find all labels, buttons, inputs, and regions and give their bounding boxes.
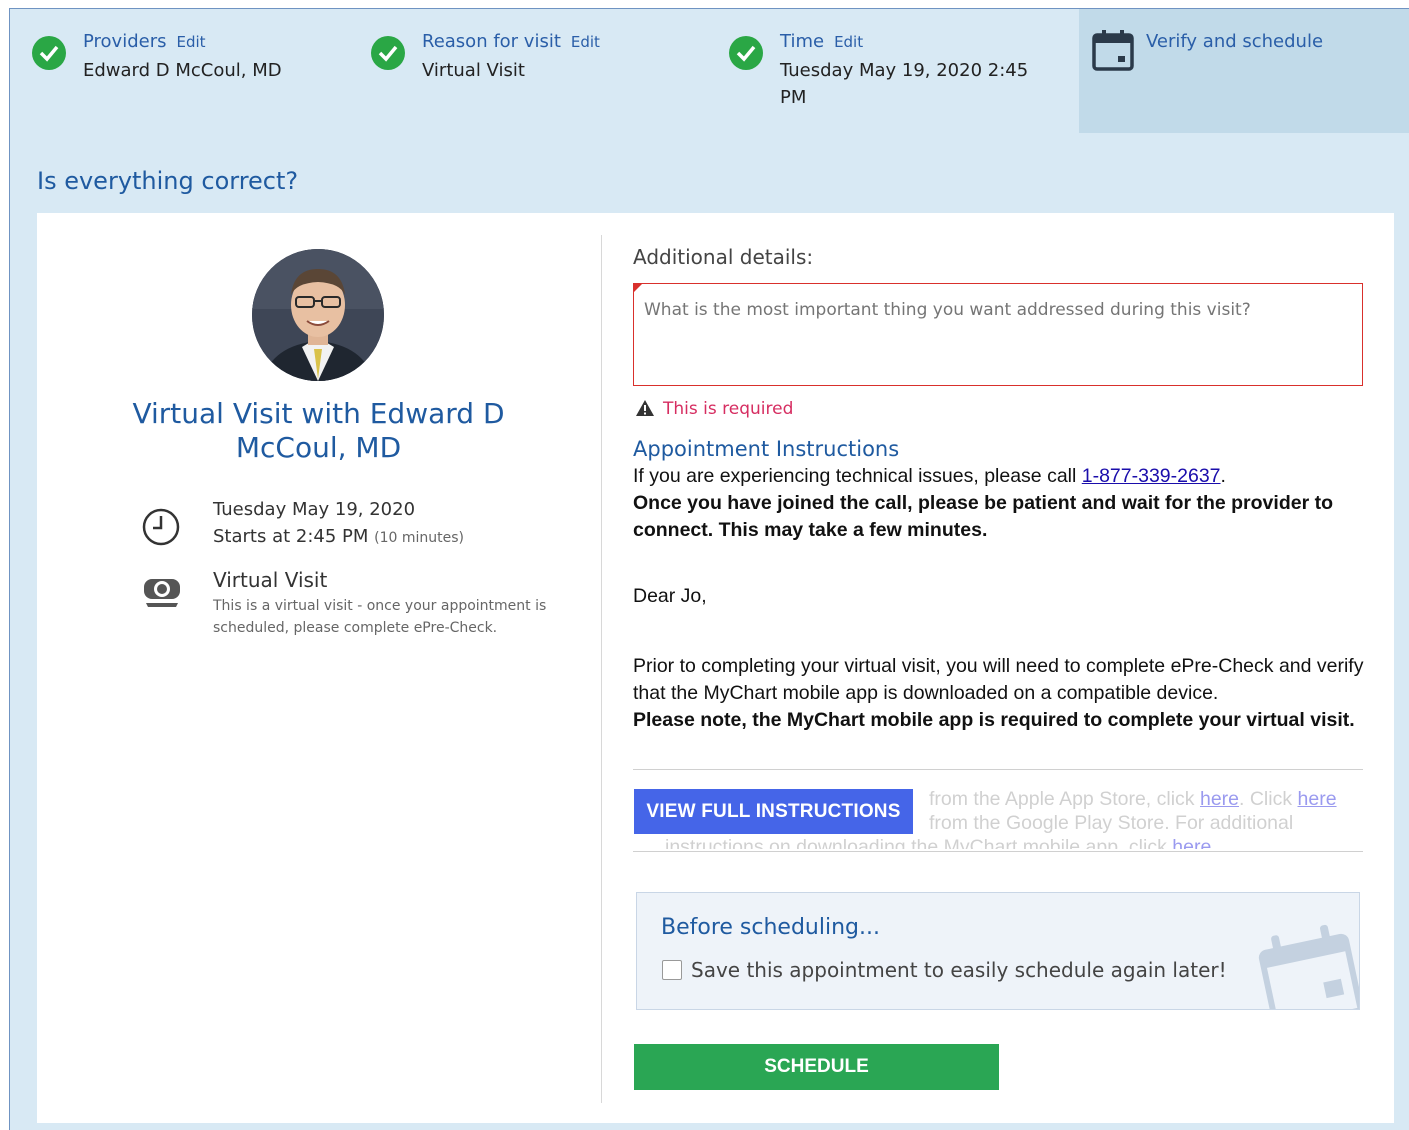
appointment-time: Starts at 2:45 PM (10 minutes) bbox=[213, 526, 464, 547]
step-time-label: Time bbox=[780, 31, 825, 52]
additional-details-input[interactable] bbox=[634, 284, 1362, 385]
required-error-text: This is required bbox=[663, 399, 794, 419]
webcam-icon bbox=[140, 575, 184, 613]
instructions-heading: Appointment Instructions bbox=[633, 437, 900, 461]
before-scheduling-title: Before scheduling... bbox=[661, 915, 880, 940]
step-providers-label: Providers bbox=[83, 31, 167, 52]
calendar-icon bbox=[1255, 923, 1359, 1009]
mychart-required-notice: Please note, the MyChart mobile app is r… bbox=[633, 709, 1355, 731]
precheck-paragraph: Prior to completing your virtual visit, … bbox=[633, 655, 1364, 704]
check-circle-icon bbox=[729, 36, 763, 70]
divider bbox=[633, 851, 1363, 852]
step-title: Providers Edit bbox=[83, 31, 206, 52]
page-frame: Providers Edit Edward D McCoul, MD Reason… bbox=[9, 8, 1409, 1130]
save-appointment-label[interactable]: Save this appointment to easily schedule… bbox=[691, 958, 1227, 982]
check-circle-icon bbox=[32, 36, 66, 70]
duration: (10 minutes) bbox=[374, 530, 465, 546]
view-full-instructions-button[interactable]: VIEW FULL INSTRUCTIONS bbox=[634, 789, 913, 834]
summary-card: Virtual Visit with Edward D McCoul, MD T… bbox=[37, 213, 1394, 1123]
step-title: Time Edit bbox=[780, 31, 863, 52]
step-providers-value: Edward D McCoul, MD bbox=[83, 60, 282, 81]
before-scheduling-panel: Before scheduling... Save this appointme… bbox=[636, 892, 1360, 1010]
google-here-link[interactable]: here bbox=[1298, 788, 1337, 810]
download-here-link[interactable]: here bbox=[1172, 836, 1211, 849]
check-circle-icon bbox=[371, 36, 405, 70]
edit-time-link[interactable]: Edit bbox=[834, 33, 863, 51]
apple-here-link[interactable]: here bbox=[1200, 788, 1239, 810]
step-time-value: Tuesday May 19, 2020 2:45 PM bbox=[780, 60, 1029, 108]
faded-text-2: . Click bbox=[1239, 788, 1298, 810]
appointment-date: Tuesday May 19, 2020 bbox=[213, 499, 416, 520]
required-error: This is required bbox=[635, 399, 793, 422]
tech-issues-end: . bbox=[1220, 465, 1226, 487]
step-title: Reason for visit Edit bbox=[422, 31, 600, 52]
step-verify-label: Verify and schedule bbox=[1146, 31, 1324, 52]
visit-title: Virtual Visit with Edward D McCoul, MD bbox=[132, 397, 505, 464]
warning-icon bbox=[635, 399, 655, 422]
divider bbox=[633, 769, 1363, 770]
wait-notice: Once you have joined the call, please be… bbox=[633, 492, 1333, 541]
edit-providers-link[interactable]: Edit bbox=[177, 33, 206, 51]
additional-details-label: Additional details: bbox=[633, 245, 814, 269]
faded-text-4: instructions on downloading the MyChart … bbox=[665, 836, 1173, 849]
visit-description: This is a virtual visit - once your appo… bbox=[213, 598, 547, 636]
column-divider bbox=[601, 235, 602, 1103]
tech-issues-text: If you are experiencing technical issues… bbox=[633, 465, 1082, 487]
start-time: Starts at 2:45 PM bbox=[213, 526, 369, 547]
calendar-icon bbox=[1091, 29, 1135, 77]
additional-details-box bbox=[633, 283, 1363, 386]
phone-link[interactable]: 1-877-339-2637 bbox=[1082, 465, 1221, 487]
step-verify: Verify and schedule bbox=[1079, 9, 1409, 133]
faded-text-1: from the Apple App Store, click bbox=[929, 788, 1200, 810]
schedule-button[interactable]: SCHEDULE bbox=[634, 1044, 999, 1090]
provider-avatar bbox=[252, 249, 384, 381]
save-appointment-checkbox[interactable] bbox=[662, 960, 682, 980]
instructions-body: If you are experiencing technical issues… bbox=[633, 463, 1367, 734]
visit-type: Virtual Visit bbox=[213, 568, 328, 592]
page-question: Is everything correct? bbox=[37, 167, 299, 195]
greeting: Dear Jo, bbox=[633, 585, 707, 607]
clock-icon bbox=[141, 507, 181, 551]
step-reason-value: Virtual Visit bbox=[422, 60, 525, 81]
edit-reason-link[interactable]: Edit bbox=[571, 33, 600, 51]
step-reason-label: Reason for visit bbox=[422, 31, 561, 52]
